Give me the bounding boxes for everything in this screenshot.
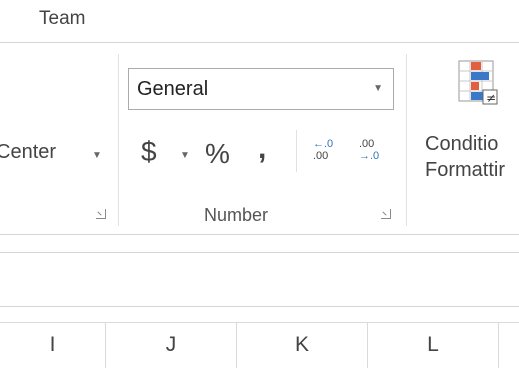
- conditional-formatting-icon[interactable]: ≠: [458, 60, 498, 115]
- conditional-formatting-label-1: Conditio: [425, 133, 499, 155]
- decrease-decimal-button[interactable]: .00 →.0: [359, 138, 379, 162]
- comma-style-button[interactable]: ,: [258, 132, 266, 166]
- increase-decimal-icon-top: ←.0: [313, 138, 334, 150]
- formula-bar-border: [0, 252, 519, 253]
- number-format-dropdown[interactable]: General ▼: [128, 68, 394, 110]
- decrease-decimal-icon-top: .00: [359, 138, 375, 150]
- name-box-row-border: [0, 306, 519, 307]
- alignment-dialog-launcher-icon[interactable]: [96, 209, 106, 219]
- column-header-i[interactable]: I: [0, 323, 106, 368]
- number-group-label: Number: [204, 205, 269, 225]
- group-separator: [118, 54, 119, 226]
- comma-icon: ,: [258, 132, 267, 165]
- column-header-j[interactable]: J: [106, 323, 237, 368]
- increase-decimal-button[interactable]: ←.0 .00: [313, 138, 333, 162]
- ribbon-bottom-border: [0, 234, 519, 235]
- column-headers: I J K L: [0, 322, 519, 368]
- group-separator: [406, 54, 407, 226]
- ribbon-tab-bar: Team: [0, 0, 519, 42]
- column-header-l[interactable]: L: [368, 323, 499, 368]
- merge-center-dropdown-icon[interactable]: ▼: [92, 150, 102, 161]
- accounting-format-button[interactable]: $: [141, 136, 157, 168]
- number-format-value: General: [137, 78, 209, 100]
- merge-center-button[interactable]: Center: [0, 141, 56, 164]
- merge-center-label: Center: [0, 141, 57, 163]
- tab-team[interactable]: Team: [39, 8, 85, 30]
- conditional-formatting-button[interactable]: Conditio Formattir: [425, 131, 505, 183]
- number-buttons-separator: [296, 130, 297, 172]
- decrease-decimal-icon-bottom: →.0: [359, 150, 380, 162]
- accounting-format-icon: $: [141, 136, 157, 167]
- accounting-dropdown-icon[interactable]: ▼: [180, 150, 190, 161]
- number-dialog-launcher-icon[interactable]: [381, 209, 391, 219]
- chevron-down-icon: ▼: [373, 83, 383, 94]
- increase-decimal-icon-bottom: .00: [313, 150, 329, 162]
- svg-text:≠: ≠: [486, 91, 496, 105]
- conditional-formatting-label-2: Formattir: [425, 159, 505, 181]
- percent-style-button[interactable]: %: [205, 138, 230, 170]
- column-header-k[interactable]: K: [237, 323, 368, 368]
- percent-icon: %: [205, 138, 230, 169]
